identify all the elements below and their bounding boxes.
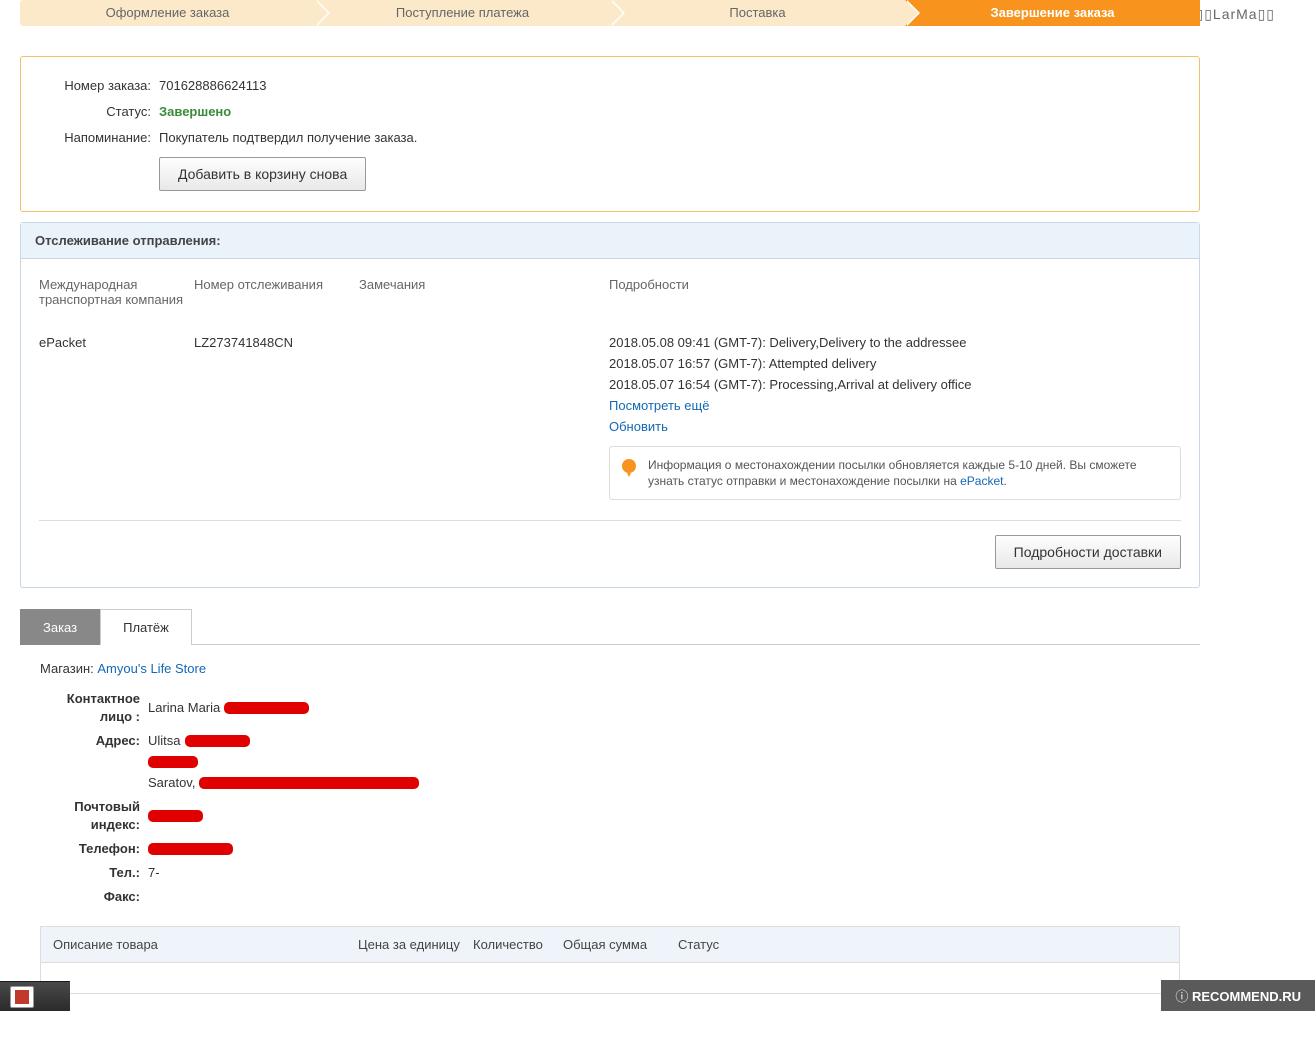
fax-label: Факс: — [40, 888, 140, 906]
redaction — [148, 843, 233, 855]
redaction — [185, 735, 250, 747]
order-tabs: Заказ Платёж — [20, 608, 1200, 645]
taskbar-app-icon[interactable] — [10, 986, 34, 1008]
lightbulb-icon — [622, 459, 636, 473]
epacket-link[interactable]: ePacket — [960, 474, 1003, 488]
tracking-details: 2018.05.08 09:41 (GMT-7): Delivery,Deliv… — [609, 335, 1181, 500]
store-link[interactable]: Amyou's Life Store — [97, 661, 206, 676]
contact-person-label: Контактное лицо : — [40, 690, 140, 726]
tracking-event: 2018.05.07 16:57 (GMT-7): Attempted deli… — [609, 356, 1181, 371]
add-to-cart-again-button[interactable]: Добавить в корзину снова — [159, 157, 366, 191]
tracking-tip: Информация о местонахождении посылки обн… — [609, 446, 1181, 500]
tracking-panel: Отслеживание отправления: Международная … — [20, 222, 1200, 588]
refresh-link[interactable]: Обновить — [609, 419, 668, 434]
col-header-desc: Описание товара — [53, 937, 358, 952]
see-more-link[interactable]: Посмотреть ещё — [609, 398, 709, 413]
redaction — [199, 777, 419, 789]
contact-person-value: Larina Maria — [148, 699, 220, 717]
progress-steps: Оформление заказа Поступление платежа По… — [20, 0, 1200, 26]
tel-label: Тел.: — [40, 864, 140, 882]
store-label: Магазин: — [40, 661, 94, 676]
tracking-remarks — [359, 335, 609, 500]
col-header-qty: Количество — [473, 937, 563, 952]
col-header-price: Цена за единицу — [358, 937, 473, 952]
step-complete: Завершение заказа — [905, 0, 1200, 26]
watermark-bottom: RECOMMEND.RU — [1161, 980, 1315, 1011]
order-status-label: Статус: — [41, 103, 151, 121]
col-header-details: Подробности — [609, 277, 1181, 307]
tracking-event: 2018.05.07 16:54 (GMT-7): Processing,Arr… — [609, 377, 1181, 392]
tracking-number: LZ273741848CN — [194, 335, 359, 500]
redaction — [148, 756, 198, 768]
step-payment: Поступление платежа — [315, 0, 610, 26]
col-header-number: Номер отслеживания — [194, 277, 359, 307]
redaction — [224, 702, 309, 714]
postal-label: Почтовый индекс: — [40, 798, 140, 834]
tip-text: Информация о местонахождении посылки обн… — [648, 458, 1137, 488]
order-status-value: Завершено — [159, 103, 231, 121]
address-label: Адрес: — [40, 732, 140, 750]
product-table: Описание товара Цена за единицу Количест… — [40, 926, 1180, 994]
order-number-value: 701628886624113 — [159, 77, 267, 95]
taskbar — [0, 981, 70, 1011]
phone-label: Телефон: — [40, 840, 140, 858]
tab-payment[interactable]: Платёж — [100, 609, 192, 645]
tracking-event: 2018.05.08 09:41 (GMT-7): Delivery,Deliv… — [609, 335, 1181, 350]
contact-info: Контактное лицо : Larina Maria Адрес: Ul… — [40, 690, 1180, 906]
delivery-details-button[interactable]: Подробности доставки — [995, 535, 1181, 569]
table-row — [41, 963, 1179, 993]
col-header-total: Общая сумма — [563, 937, 678, 952]
tel-value: 7- — [148, 864, 160, 882]
address-street: Ulitsa — [148, 732, 181, 750]
col-header-remarks: Замечания — [359, 277, 609, 307]
order-number-label: Номер заказа: — [41, 77, 151, 95]
order-summary-box: Номер заказа: 701628886624113 Статус: За… — [20, 56, 1200, 212]
watermark-top: ▯▯LarMa▯▯ — [1196, 6, 1276, 23]
tracking-carrier: ePacket — [39, 335, 194, 500]
address-city: Saratov, — [148, 774, 195, 792]
redaction — [148, 810, 203, 822]
step-checkout: Оформление заказа — [20, 0, 315, 26]
step-shipping: Поставка — [610, 0, 905, 26]
order-reminder-value: Покупатель подтвердил получение заказа. — [159, 129, 417, 147]
order-reminder-label: Напоминание: — [41, 129, 151, 147]
col-header-status: Статус — [678, 937, 1167, 952]
col-header-carrier: Международная транспортная компания — [39, 277, 194, 307]
tracking-header: Отслеживание отправления: — [21, 223, 1199, 259]
tab-order[interactable]: Заказ — [20, 609, 100, 645]
